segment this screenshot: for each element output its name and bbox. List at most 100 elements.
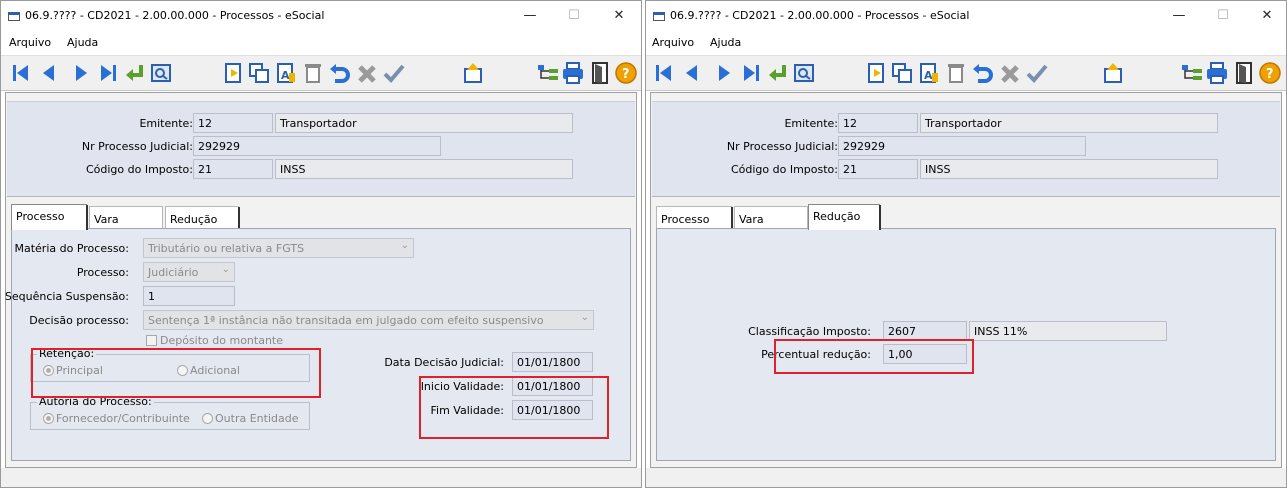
tab-vara[interactable]: Vara	[89, 206, 163, 229]
first-record-icon[interactable]	[9, 61, 33, 85]
maximize-button[interactable]: ☐	[564, 7, 584, 25]
title-bar: 06.9.???? - CD2021 - 2.00.00.000 - Proce…	[1, 1, 641, 31]
print-icon[interactable]	[561, 61, 585, 85]
status-bar	[1, 468, 641, 487]
delete-record-icon[interactable]	[301, 61, 325, 85]
tab-reducao[interactable]: Redução	[165, 206, 240, 229]
menu-ajuda[interactable]: Ajuda	[67, 36, 98, 49]
client-area: Emitente: 12 Transportador Nr Processo J…	[650, 92, 1282, 468]
tab-reducao-label: Redução	[170, 213, 218, 226]
minimize-button[interactable]: —	[1169, 7, 1189, 25]
first-record-icon[interactable]	[652, 61, 676, 85]
tree-icon[interactable]	[1180, 61, 1204, 85]
emitente-label: Emitente:	[784, 117, 838, 130]
edit-record-icon[interactable]: A	[917, 61, 941, 85]
search-icon[interactable]	[792, 61, 816, 85]
maximize-button[interactable]: ☐	[1213, 7, 1233, 25]
help-icon[interactable]: ?	[614, 61, 638, 85]
window-processo-tab: 06.9.???? - CD2021 - 2.00.00.000 - Proce…	[0, 0, 642, 488]
tab-vara[interactable]: Vara	[734, 206, 808, 229]
status-bar	[646, 468, 1286, 487]
autoria-outra-radio[interactable]: Outra Entidade	[202, 412, 298, 425]
new-record-icon[interactable]	[221, 61, 245, 85]
processo-type-value: Judiciário	[148, 266, 199, 279]
classificacao-code-field[interactable]: 2607	[883, 321, 967, 341]
confirm-icon[interactable]	[382, 61, 406, 85]
materia-label: Matéria do Processo:	[14, 242, 129, 255]
next-record-icon[interactable]	[69, 61, 93, 85]
chevron-down-icon: ⌄	[400, 240, 409, 251]
processo-field[interactable]: 292929	[838, 136, 1086, 156]
emitente-code-field[interactable]: 12	[193, 113, 273, 133]
emitente-name-field: Transportador	[920, 113, 1218, 133]
cancel-icon[interactable]	[356, 61, 380, 85]
highlight-retencao	[31, 348, 321, 398]
minimize-button[interactable]: —	[520, 7, 540, 25]
tab-processo-label: Processo	[16, 210, 65, 223]
cancel-icon[interactable]	[999, 61, 1023, 85]
close-button[interactable]: ✕	[1257, 7, 1277, 25]
autoria-outra-label: Outra Entidade	[215, 412, 299, 425]
materia-value: Tributário ou relativa a FGTS	[148, 242, 305, 255]
imposto-code-field[interactable]: 21	[838, 159, 918, 179]
upload-icon[interactable]	[461, 61, 485, 85]
sequencia-field[interactable]: 1	[143, 286, 235, 306]
header-panel: Emitente: 12 Transportador Nr Processo J…	[7, 101, 635, 197]
delete-record-icon[interactable]	[944, 61, 968, 85]
data-decisao-label: Data Decisão Judicial:	[384, 356, 504, 369]
tab-processo[interactable]: Processo	[656, 206, 733, 229]
tab-reducao[interactable]: Redução	[808, 204, 881, 230]
go-to-icon[interactable]	[123, 61, 147, 85]
edit-record-icon[interactable]: A	[274, 61, 298, 85]
decisao-value: Sentença 1ª instância não transitada em …	[148, 314, 544, 327]
processo-type-label: Processo:	[76, 266, 129, 279]
next-record-icon[interactable]	[712, 61, 736, 85]
menu-bar: Arquivo Ajuda	[646, 32, 1286, 54]
print-icon[interactable]	[1205, 61, 1229, 85]
help-icon[interactable]: ?	[1258, 61, 1282, 85]
processo-select[interactable]: Judiciário ⌄	[143, 262, 235, 282]
chevron-down-icon: ⌄	[580, 312, 589, 323]
menu-arquivo[interactable]: Arquivo	[652, 36, 694, 49]
svg-text:A: A	[924, 69, 933, 82]
search-icon[interactable]	[149, 61, 173, 85]
undo-icon[interactable]	[971, 61, 995, 85]
previous-record-icon[interactable]	[37, 61, 61, 85]
copy-record-icon[interactable]	[890, 61, 914, 85]
exit-icon[interactable]	[588, 61, 612, 85]
exit-icon[interactable]	[1232, 61, 1256, 85]
imposto-name-field: INSS	[275, 159, 573, 179]
new-record-icon[interactable]	[864, 61, 888, 85]
processo-label: Nr Processo Judicial:	[726, 140, 838, 153]
close-button[interactable]: ✕	[609, 7, 629, 25]
decisao-label: Decisão processo:	[29, 314, 129, 327]
window-title: 06.9.???? - CD2021 - 2.00.00.000 - Proce…	[25, 9, 325, 22]
last-record-icon[interactable]	[739, 61, 763, 85]
tab-processo[interactable]: Processo	[11, 204, 88, 230]
last-record-icon[interactable]	[96, 61, 120, 85]
processo-field[interactable]: 292929	[193, 136, 441, 156]
menu-arquivo[interactable]: Arquivo	[9, 36, 51, 49]
copy-record-icon[interactable]	[247, 61, 271, 85]
materia-select[interactable]: Tributário ou relativa a FGTS ⌄	[143, 238, 414, 258]
autoria-fornecedor-radio[interactable]: Fornecedor/Contribuinte	[43, 412, 190, 425]
decisao-select[interactable]: Sentença 1ª instância não transitada em …	[143, 310, 594, 330]
go-to-icon[interactable]	[766, 61, 790, 85]
undo-icon[interactable]	[328, 61, 352, 85]
checkbox-box	[146, 335, 157, 346]
emitente-code-field[interactable]: 12	[838, 113, 918, 133]
confirm-icon[interactable]	[1025, 61, 1049, 85]
imposto-code-field[interactable]: 21	[193, 159, 273, 179]
menu-bar: Arquivo Ajuda	[1, 32, 641, 54]
imposto-label: Código do Imposto:	[85, 163, 193, 176]
tree-icon[interactable]	[536, 61, 560, 85]
data-decisao-field[interactable]: 01/01/1800	[512, 352, 593, 372]
title-bar: 06.9.???? - CD2021 - 2.00.00.000 - Proce…	[646, 1, 1286, 31]
tab-vara-label: Vara	[94, 213, 119, 226]
svg-text:A: A	[281, 69, 290, 82]
upload-icon[interactable]	[1101, 61, 1125, 85]
deposito-checkbox[interactable]: Depósito do montante	[146, 334, 283, 347]
previous-record-icon[interactable]	[680, 61, 704, 85]
classificacao-desc-field: INSS 11%	[969, 321, 1167, 341]
menu-ajuda[interactable]: Ajuda	[710, 36, 741, 49]
